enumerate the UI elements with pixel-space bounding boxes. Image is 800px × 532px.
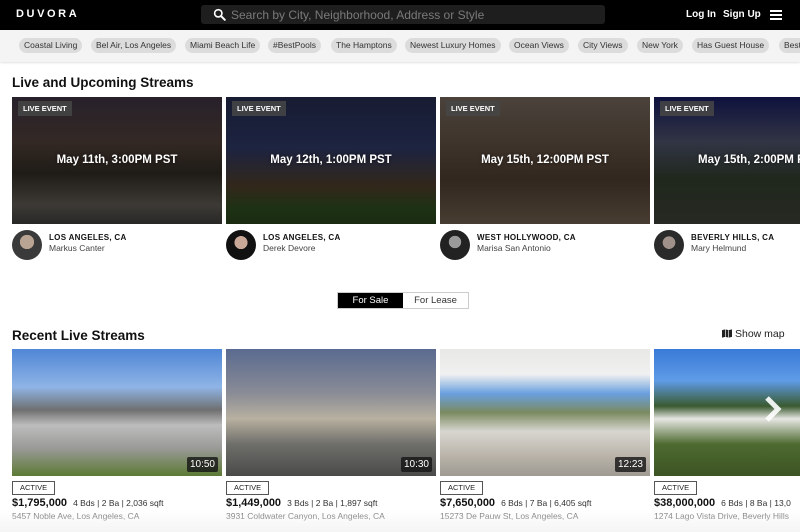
show-map-label: Show map xyxy=(735,328,785,340)
listing-price: $7,650,000 xyxy=(440,497,496,509)
agent-name: Marisa San Antonio xyxy=(477,243,551,253)
category-chip-bar: Coastal Living Bel Air, Los Angeles Miam… xyxy=(0,30,800,62)
agent-name: Markus Canter xyxy=(49,243,105,253)
for-lease-tab[interactable]: For Lease xyxy=(403,293,468,308)
map-icon xyxy=(722,329,732,338)
recent-stream-card[interactable]: 10:30 xyxy=(226,349,436,476)
listing-details: 4 Bds | 2 Ba | 2,036 sqft xyxy=(73,498,164,508)
recent-stream-card[interactable]: 12:23 xyxy=(440,349,650,476)
live-event-badge: LIVE EVENT xyxy=(660,101,714,116)
chip[interactable]: Miami Beach Life xyxy=(185,38,261,53)
chip[interactable]: Has Guest House xyxy=(692,38,770,53)
chip[interactable]: #BestPools xyxy=(268,38,321,53)
listing-details: 3 Bds | 2 Ba | 1,897 sqft xyxy=(287,498,378,508)
chip[interactable]: Newest Luxury Homes xyxy=(405,38,501,53)
event-date: May 15th, 12:00PM PST xyxy=(481,154,609,166)
listing-location: LOS ANGELES, CA xyxy=(49,233,127,242)
hamburger-menu-icon[interactable] xyxy=(770,10,782,20)
listing-price: $1,795,000 xyxy=(12,497,68,509)
live-event-badge: LIVE EVENT xyxy=(232,101,286,116)
search-icon xyxy=(213,8,226,21)
video-duration: 10:30 xyxy=(400,457,432,472)
agent-name: Derek Devore xyxy=(263,243,316,253)
logo[interactable]: DUVORA xyxy=(16,8,79,20)
listing-details: 6 Bds | 7 Ba | 6,405 sqft xyxy=(501,498,592,508)
listing-location: WEST HOLLYWOOD, CA xyxy=(477,233,576,242)
chevron-right-icon[interactable] xyxy=(762,395,784,423)
listing-price: $1,449,000 xyxy=(226,497,282,509)
agent-info[interactable]: WEST HOLLYWOOD, CA Marisa San Antonio xyxy=(440,230,650,262)
listing-address[interactable]: 3931 Coldwater Canyon, Los Angeles, CA xyxy=(226,511,385,521)
sale-lease-toggle: For Sale For Lease xyxy=(337,292,469,309)
chip[interactable]: The Hamptons xyxy=(331,38,397,53)
status-badge: ACTIVE xyxy=(440,481,484,495)
status-badge: ACTIVE xyxy=(226,481,270,495)
avatar xyxy=(12,230,42,260)
chip[interactable]: New York xyxy=(637,38,683,53)
live-event-card[interactable]: LIVE EVENT May 12th, 1:00PM PST xyxy=(226,97,436,224)
top-nav: DUVORA Log In Sign Up xyxy=(0,0,800,30)
live-event-card[interactable]: LIVE EVENT May 11th, 3:00PM PST xyxy=(12,97,222,224)
live-event-badge: LIVE EVENT xyxy=(18,101,72,116)
live-event-card[interactable]: LIVE EVENT May 15th, 2:00PM PST xyxy=(654,97,800,224)
login-link[interactable]: Log In xyxy=(686,9,716,20)
listing-address[interactable]: 1274 Lago Vista Drive, Beverly Hills xyxy=(654,511,789,521)
event-date: May 12th, 1:00PM PST xyxy=(270,154,392,166)
live-event-badge: LIVE EVENT xyxy=(446,101,500,116)
agent-info[interactable]: BEVERLY HILLS, CA Mary Helmund xyxy=(654,230,800,262)
event-date: May 15th, 2:00PM PST xyxy=(698,154,800,166)
video-duration: 10:50 xyxy=(186,457,218,472)
chip[interactable]: City Views xyxy=(578,38,628,53)
avatar xyxy=(226,230,256,260)
listing-address[interactable]: 15273 De Pauw St, Los Angeles, CA xyxy=(440,511,578,521)
chip[interactable]: Coastal Living xyxy=(19,38,83,53)
for-sale-tab[interactable]: For Sale xyxy=(338,293,403,308)
listing-summary: $38,000,000 6 Bds | 8 Ba | 13,0 xyxy=(654,497,791,509)
live-section-title: Live and Upcoming Streams xyxy=(12,75,194,90)
agent-info[interactable]: LOS ANGELES, CA Markus Canter xyxy=(12,230,222,262)
listing-summary: $1,449,000 3 Bds | 2 Ba | 1,897 sqft xyxy=(226,497,377,509)
listing-location: LOS ANGELES, CA xyxy=(263,233,341,242)
agent-name: Mary Helmund xyxy=(691,243,747,253)
search-bar[interactable] xyxy=(201,5,605,24)
agent-info[interactable]: LOS ANGELES, CA Derek Devore xyxy=(226,230,436,262)
listing-address[interactable]: 5457 Noble Ave, Los Angeles, CA xyxy=(12,511,139,521)
search-input[interactable] xyxy=(231,5,591,24)
video-duration: 12:23 xyxy=(614,457,646,472)
chip[interactable]: Ocean Views xyxy=(509,38,569,53)
listing-details: 6 Bds | 8 Ba | 13,0 xyxy=(721,498,791,508)
signup-link[interactable]: Sign Up xyxy=(723,9,761,20)
chip[interactable]: Best xyxy=(779,38,800,53)
status-badge: ACTIVE xyxy=(654,481,698,495)
status-badge: ACTIVE xyxy=(12,481,56,495)
event-date: May 11th, 3:00PM PST xyxy=(56,154,178,166)
listing-summary: $1,795,000 4 Bds | 2 Ba | 2,036 sqft xyxy=(12,497,163,509)
listing-price: $38,000,000 xyxy=(654,497,716,509)
avatar xyxy=(440,230,470,260)
recent-stream-card[interactable]: 10:50 xyxy=(12,349,222,476)
live-event-card[interactable]: LIVE EVENT May 15th, 12:00PM PST xyxy=(440,97,650,224)
chip[interactable]: Bel Air, Los Angeles xyxy=(91,38,177,53)
show-map-button[interactable]: Show map xyxy=(722,328,785,340)
listing-summary: $7,650,000 6 Bds | 7 Ba | 6,405 sqft xyxy=(440,497,591,509)
listing-location: BEVERLY HILLS, CA xyxy=(691,233,775,242)
recent-section-title: Recent Live Streams xyxy=(12,328,145,343)
avatar xyxy=(654,230,684,260)
